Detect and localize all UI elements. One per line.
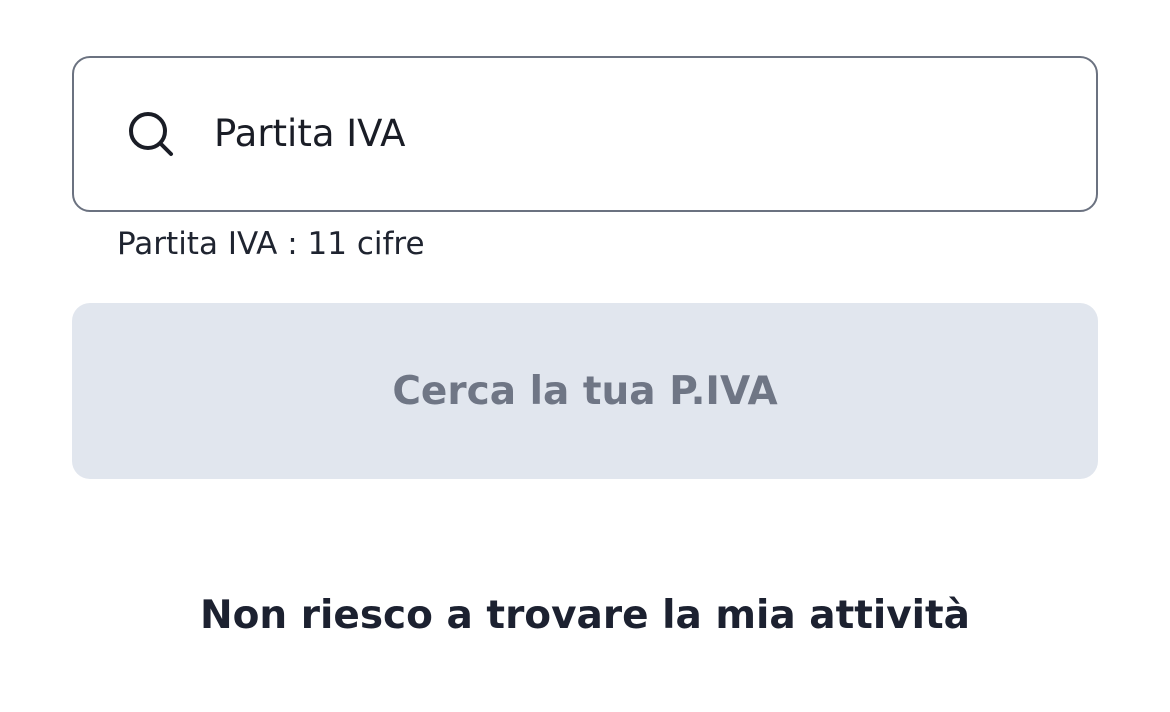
cant-find-business-link[interactable]: Non riesco a trovare la mia attività — [0, 588, 1170, 644]
vat-number-input[interactable] — [214, 106, 1066, 162]
vat-search-field[interactable] — [72, 56, 1098, 212]
search-vat-button[interactable]: Cerca la tua P.IVA — [72, 303, 1098, 479]
helper-text: Partita IVA : 11 cifre — [117, 226, 425, 262]
search-icon — [126, 109, 176, 159]
